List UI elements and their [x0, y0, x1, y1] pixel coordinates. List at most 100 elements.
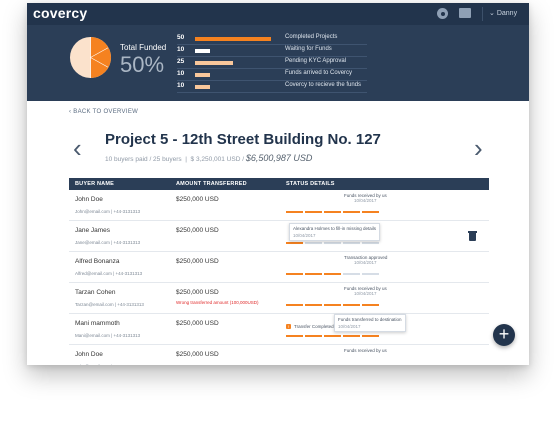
stat-row: 10 Waiting for Funds [177, 45, 367, 57]
status-tooltip: Funds transferred to destination 10/04/20… [334, 314, 406, 332]
stat-bar [195, 37, 271, 41]
total-amount: $6,500,987 USD [245, 153, 313, 163]
total-funded-value: 50% [120, 52, 165, 77]
status-step [305, 273, 322, 275]
stat-bar [195, 73, 211, 77]
logo[interactable]: covercy [33, 5, 87, 21]
table-body: John Doe John@email.com | +44-3131313 $250… [69, 190, 489, 365]
top-bar: covercy ⌄ Danny [27, 3, 529, 25]
chat-icon[interactable] [459, 8, 471, 18]
summary-header: Total Funded 50% 50 Completed Projects 10 W… [27, 25, 529, 101]
back-to-overview-link[interactable]: ‹ BACK TO OVERVIEW [69, 109, 138, 115]
app-window: covercy ⌄ Danny Total Funded 50% 50 Compl… [27, 3, 529, 365]
status-stats: 50 Completed Projects 10 Waiting for Funds 2… [177, 33, 367, 93]
tooltip-text: Alexandra Holmes to fill-in missing deta… [293, 226, 377, 231]
buyers-table: BUYER NAME AMOUNT TRANSFERRED STATUS DET… [69, 178, 489, 365]
stat-bar [195, 85, 211, 89]
status-step [286, 242, 303, 244]
status-step [286, 211, 303, 213]
status-note-date: 10/04/2017 [354, 198, 377, 203]
tooltip-date: 10/04/2017 [338, 324, 361, 329]
pie-funded-slice [90, 36, 112, 79]
status-step [362, 335, 379, 337]
table-row[interactable]: Mani mammoth Mani@email.com | +44-3131313… [69, 314, 489, 345]
stat-count: 50 [177, 34, 185, 41]
buyer-name: Jane James [75, 227, 111, 234]
table-row[interactable]: Tarzan Cohen Tarzan@email.com | +44-31313… [69, 283, 489, 314]
buyer-name: Alfred Bonanza [75, 258, 120, 265]
status-note: Funds received by us 10/04/2017 [344, 286, 387, 296]
status-step [286, 304, 303, 306]
table-row[interactable]: Jane James Jane@email.com | +44-3131313 $2… [69, 221, 489, 252]
status-step [324, 335, 341, 337]
trash-icon[interactable] [468, 231, 477, 241]
user-menu[interactable]: ⌄ Danny [489, 9, 517, 17]
gear-icon[interactable] [437, 8, 448, 19]
table-row[interactable]: John Doe John@email.com | +44-3131313 $250… [69, 190, 489, 221]
status-note: Funds received by us 10/04/2017 [344, 193, 387, 203]
stat-count: 10 [177, 70, 185, 77]
chevron-down-icon: ⌄ [489, 10, 495, 17]
buyer-contact: Mani@email.com | +44-3131313 [75, 333, 141, 338]
status-step [305, 211, 322, 213]
buyer-contact: John@email.com | +44-3131313 [75, 364, 140, 365]
status-progress [286, 304, 381, 306]
stat-row: 50 Completed Projects [177, 33, 367, 45]
status-step [343, 304, 360, 306]
status-progress [286, 335, 381, 337]
status-step [362, 304, 379, 306]
buyer-contact: Alfred@email.com | +44-3131313 [75, 271, 143, 276]
status-step [343, 242, 360, 244]
status-step [343, 335, 360, 337]
stat-bar [195, 49, 211, 53]
project-title: Project 5 - 12th Street Building No. 127 [105, 131, 381, 148]
stat-label: Covercy to recieve the funds [285, 82, 362, 88]
status-step [343, 273, 360, 275]
status-step [362, 211, 379, 213]
status-step [305, 242, 322, 244]
status-step [343, 211, 360, 213]
status-progress [286, 211, 381, 213]
buyer-contact: Jane@email.com | +44-3131313 [75, 240, 141, 245]
stat-label: Waiting for Funds [285, 46, 332, 52]
project-subtitle: 10 buyers paid / 25 buyers | $ 3,250,001… [105, 153, 313, 163]
buyer-contact: John@email.com | +44-3131313 [75, 209, 141, 214]
status-note-date: 10/04/2017 [354, 291, 377, 296]
stat-label: Completed Projects [285, 34, 338, 40]
amount-transferred: $250,000 USD [176, 227, 219, 234]
column-header-buyer[interactable]: BUYER NAME [75, 181, 114, 187]
total-funded-label: Total Funded [120, 43, 167, 52]
table-header: BUYER NAME AMOUNT TRANSFERRED STATUS DET… [69, 178, 489, 190]
add-button[interactable]: + [493, 324, 515, 346]
status-step [305, 304, 322, 306]
status-note: Transaction approved 10/04/2017 [344, 255, 387, 265]
topbar-divider [482, 7, 483, 21]
stat-row: 10 Funds arrived to Covercy [177, 69, 367, 81]
status-step [286, 335, 303, 337]
tooltip-text: Funds transferred to destination [338, 317, 402, 322]
status-progress [286, 273, 381, 275]
table-row[interactable]: Alfred Bonanza Alfred@email.com | +44-313… [69, 252, 489, 283]
status-step [362, 242, 379, 244]
buyer-name: Tarzan Cohen [75, 289, 116, 296]
table-row[interactable]: John Doe John@email.com | +44-3131313 $250… [69, 345, 489, 365]
status-badge: ! [286, 324, 292, 329]
column-header-amount[interactable]: AMOUNT TRANSFERRED [176, 181, 247, 187]
buyer-name: John Doe [75, 351, 103, 358]
status-note: Funds received by us [344, 348, 387, 353]
tooltip-date: 10/04/2017 [293, 233, 316, 238]
user-name: Danny [496, 10, 518, 17]
column-header-status[interactable]: STATUS DETAILS [286, 181, 335, 187]
stat-count: 10 [177, 46, 185, 53]
stat-row: 25 Pending KYC Approval [177, 57, 367, 69]
amount-transferred: $250,000 USD [176, 351, 219, 358]
status-note-date: 10/04/2017 [354, 260, 377, 265]
prev-project-chevron-icon[interactable]: ‹ [73, 133, 82, 164]
status-progress [286, 242, 381, 244]
status-step [324, 304, 341, 306]
buyers-count: 10 buyers paid / 25 buyers [105, 156, 182, 163]
stat-label: Pending KYC Approval [285, 58, 347, 64]
status-note-text: Funds received by us [344, 348, 387, 353]
next-project-chevron-icon[interactable]: › [474, 133, 483, 164]
amount-transferred: $250,000 USD [176, 320, 219, 327]
